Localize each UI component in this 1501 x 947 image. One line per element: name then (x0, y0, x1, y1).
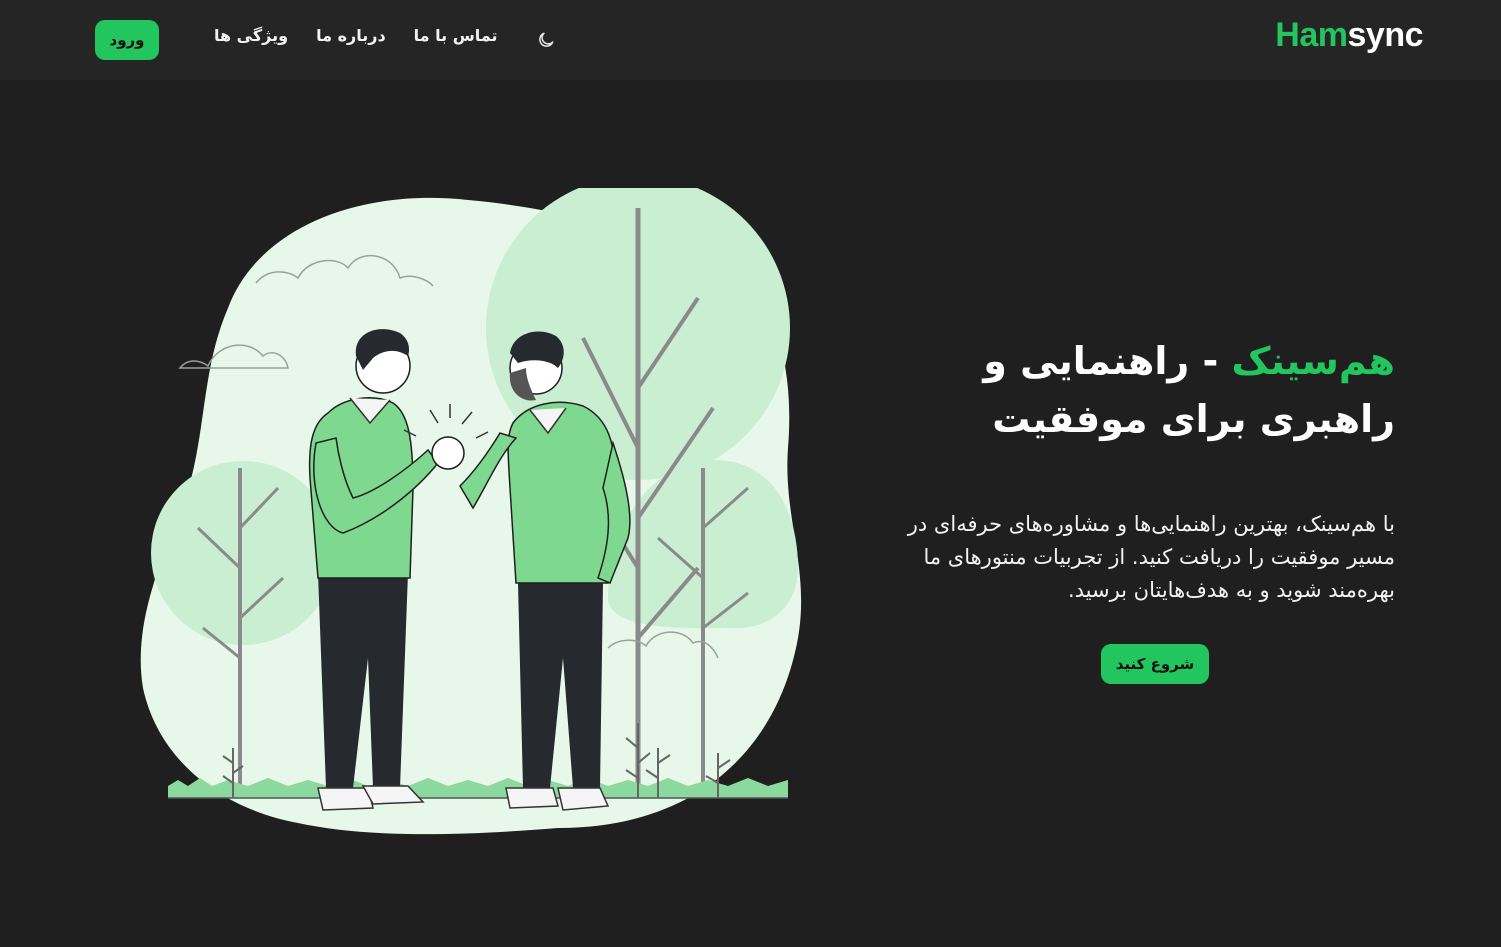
brand-logo[interactable]: Hamsync (1275, 16, 1423, 55)
moon-icon[interactable] (536, 30, 556, 50)
hero-description: با هم‌سینک، بهترین راهنمایی‌ها و مشاوره‌… (907, 512, 1395, 602)
nav-link-features[interactable]: ویژگی ها (214, 26, 288, 45)
nav-links: ویژگی ها درباره ما تماس با ما (214, 26, 498, 45)
hero-title-accent: هم‌سینک (1231, 339, 1395, 383)
login-button[interactable]: ورود (95, 20, 159, 60)
nav-link-contact[interactable]: تماس با ما (414, 26, 498, 45)
two-men-handshake-illustration (138, 176, 810, 838)
start-button[interactable]: شروع کنید (1101, 644, 1209, 684)
nav-link-about[interactable]: درباره ما (316, 26, 386, 45)
navbar: Hamsync ویژگی ها درباره ما تماس با ما ور… (0, 0, 1501, 80)
hero-title: هم‌سینک - راهنمایی و راهبری برای موفقیت (875, 332, 1395, 448)
